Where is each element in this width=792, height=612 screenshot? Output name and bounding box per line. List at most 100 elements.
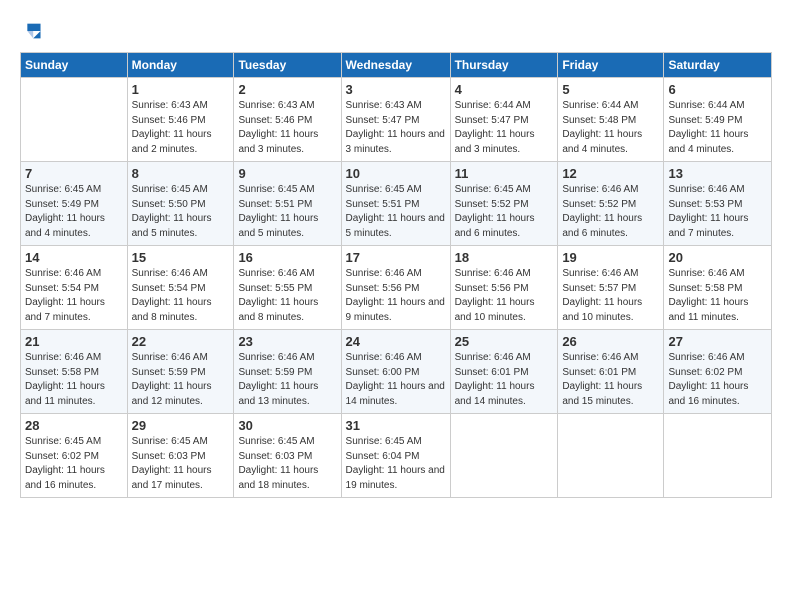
day-info: Sunrise: 6:45 AMSunset: 6:02 PMDaylight:… <box>25 435 123 493</box>
calendar-cell: 26 Sunrise: 6:46 AMSunset: 6:01 PMDayligh… <box>558 330 664 414</box>
weekday-header-row: SundayMondayTuesdayWednesdayThursdayFrid… <box>21 53 772 78</box>
day-info: Sunrise: 6:45 AMSunset: 5:52 PMDaylight:… <box>455 183 554 241</box>
day-number: 8 <box>132 166 230 181</box>
day-info: Sunrise: 6:43 AMSunset: 5:46 PMDaylight:… <box>238 99 336 157</box>
logo <box>20 20 44 42</box>
day-info: Sunrise: 6:44 AMSunset: 5:47 PMDaylight:… <box>455 99 554 157</box>
day-info: Sunrise: 6:46 AMSunset: 6:01 PMDaylight:… <box>455 351 554 409</box>
calendar-cell: 25 Sunrise: 6:46 AMSunset: 6:01 PMDayligh… <box>450 330 558 414</box>
day-info: Sunrise: 6:46 AMSunset: 5:58 PMDaylight:… <box>668 267 767 325</box>
calendar-cell: 4 Sunrise: 6:44 AMSunset: 5:47 PMDaylight… <box>450 78 558 162</box>
day-info: Sunrise: 6:46 AMSunset: 5:58 PMDaylight:… <box>25 351 123 409</box>
week-row-5: 28 Sunrise: 6:45 AMSunset: 6:02 PMDayligh… <box>21 414 772 498</box>
week-row-1: 1 Sunrise: 6:43 AMSunset: 5:46 PMDaylight… <box>21 78 772 162</box>
page: SundayMondayTuesdayWednesdayThursdayFrid… <box>0 0 792 612</box>
day-info: Sunrise: 6:45 AMSunset: 5:51 PMDaylight:… <box>346 183 446 241</box>
day-number: 18 <box>455 250 554 265</box>
day-number: 13 <box>668 166 767 181</box>
day-number: 7 <box>25 166 123 181</box>
calendar-cell: 11Sunrise: 6:45 AMSunset: 5:52 PMDayligh… <box>450 162 558 246</box>
day-number: 5 <box>562 82 659 97</box>
calendar-cell: 13 Sunrise: 6:46 AMSunset: 5:53 PMDayligh… <box>664 162 772 246</box>
day-info: Sunrise: 6:44 AMSunset: 5:49 PMDaylight:… <box>668 99 767 157</box>
week-row-2: 7 Sunrise: 6:45 AMSunset: 5:49 PMDaylight… <box>21 162 772 246</box>
weekday-header-friday: Friday <box>558 53 664 78</box>
weekday-header-sunday: Sunday <box>21 53 128 78</box>
day-number: 19 <box>562 250 659 265</box>
week-row-3: 14 Sunrise: 6:46 AMSunset: 5:54 PMDayligh… <box>21 246 772 330</box>
day-number: 6 <box>668 82 767 97</box>
calendar-cell: 14 Sunrise: 6:46 AMSunset: 5:54 PMDayligh… <box>21 246 128 330</box>
calendar-cell: 16Sunrise: 6:46 AMSunset: 5:55 PMDayligh… <box>234 246 341 330</box>
day-number: 27 <box>668 334 767 349</box>
day-number: 10 <box>346 166 446 181</box>
day-info: Sunrise: 6:45 AMSunset: 5:49 PMDaylight:… <box>25 183 123 241</box>
calendar-cell: 20 Sunrise: 6:46 AMSunset: 5:58 PMDayligh… <box>664 246 772 330</box>
weekday-header-wednesday: Wednesday <box>341 53 450 78</box>
day-info: Sunrise: 6:46 AMSunset: 5:55 PMDaylight:… <box>238 267 336 325</box>
calendar-cell: 2 Sunrise: 6:43 AMSunset: 5:46 PMDaylight… <box>234 78 341 162</box>
day-info: Sunrise: 6:46 AMSunset: 5:56 PMDaylight:… <box>455 267 554 325</box>
calendar-cell: 10 Sunrise: 6:45 AMSunset: 5:51 PMDayligh… <box>341 162 450 246</box>
calendar-cell: 17Sunrise: 6:46 AMSunset: 5:56 PMDayligh… <box>341 246 450 330</box>
calendar-cell: 28 Sunrise: 6:45 AMSunset: 6:02 PMDayligh… <box>21 414 128 498</box>
day-number: 31 <box>346 418 446 433</box>
day-info: Sunrise: 6:46 AMSunset: 5:52 PMDaylight:… <box>562 183 659 241</box>
day-info: Sunrise: 6:46 AMSunset: 5:59 PMDaylight:… <box>132 351 230 409</box>
day-info: Sunrise: 6:46 AMSunset: 5:59 PMDaylight:… <box>238 351 336 409</box>
day-info: Sunrise: 6:43 AMSunset: 5:46 PMDaylight:… <box>132 99 230 157</box>
day-number: 3 <box>346 82 446 97</box>
calendar-cell: 6 Sunrise: 6:44 AMSunset: 5:49 PMDaylight… <box>664 78 772 162</box>
day-number: 14 <box>25 250 123 265</box>
day-info: Sunrise: 6:45 AMSunset: 5:50 PMDaylight:… <box>132 183 230 241</box>
day-info: Sunrise: 6:46 AMSunset: 6:02 PMDaylight:… <box>668 351 767 409</box>
day-number: 21 <box>25 334 123 349</box>
weekday-header-thursday: Thursday <box>450 53 558 78</box>
day-number: 28 <box>25 418 123 433</box>
calendar-cell: 5 Sunrise: 6:44 AMSunset: 5:48 PMDaylight… <box>558 78 664 162</box>
calendar-cell: 30Sunrise: 6:45 AMSunset: 6:03 PMDayligh… <box>234 414 341 498</box>
calendar-cell: 1 Sunrise: 6:43 AMSunset: 5:46 PMDaylight… <box>127 78 234 162</box>
day-info: Sunrise: 6:43 AMSunset: 5:47 PMDaylight:… <box>346 99 446 157</box>
day-number: 22 <box>132 334 230 349</box>
day-info: Sunrise: 6:46 AMSunset: 5:54 PMDaylight:… <box>132 267 230 325</box>
day-info: Sunrise: 6:44 AMSunset: 5:48 PMDaylight:… <box>562 99 659 157</box>
day-number: 26 <box>562 334 659 349</box>
day-number: 24 <box>346 334 446 349</box>
day-number: 9 <box>238 166 336 181</box>
day-info: Sunrise: 6:46 AMSunset: 5:57 PMDaylight:… <box>562 267 659 325</box>
day-info: Sunrise: 6:46 AMSunset: 5:54 PMDaylight:… <box>25 267 123 325</box>
calendar-cell <box>558 414 664 498</box>
day-info: Sunrise: 6:45 AMSunset: 5:51 PMDaylight:… <box>238 183 336 241</box>
calendar-cell: 23 Sunrise: 6:46 AMSunset: 5:59 PMDayligh… <box>234 330 341 414</box>
day-number: 15 <box>132 250 230 265</box>
day-info: Sunrise: 6:46 AMSunset: 5:53 PMDaylight:… <box>668 183 767 241</box>
weekday-header-tuesday: Tuesday <box>234 53 341 78</box>
calendar-cell: 8 Sunrise: 6:45 AMSunset: 5:50 PMDaylight… <box>127 162 234 246</box>
day-number: 30 <box>238 418 336 433</box>
calendar-table: SundayMondayTuesdayWednesdayThursdayFrid… <box>20 52 772 498</box>
day-number: 23 <box>238 334 336 349</box>
calendar-cell: 12 Sunrise: 6:46 AMSunset: 5:52 PMDayligh… <box>558 162 664 246</box>
weekday-header-saturday: Saturday <box>664 53 772 78</box>
calendar-cell: 19 Sunrise: 6:46 AMSunset: 5:57 PMDayligh… <box>558 246 664 330</box>
day-number: 29 <box>132 418 230 433</box>
calendar-cell: 22 Sunrise: 6:46 AMSunset: 5:59 PMDayligh… <box>127 330 234 414</box>
day-info: Sunrise: 6:45 AMSunset: 6:03 PMDaylight:… <box>132 435 230 493</box>
calendar-cell: 9 Sunrise: 6:45 AMSunset: 5:51 PMDaylight… <box>234 162 341 246</box>
calendar-cell: 24Sunrise: 6:46 AMSunset: 6:00 PMDayligh… <box>341 330 450 414</box>
calendar-cell <box>21 78 128 162</box>
day-number: 17 <box>346 250 446 265</box>
day-number: 20 <box>668 250 767 265</box>
day-number: 25 <box>455 334 554 349</box>
calendar-cell <box>664 414 772 498</box>
day-number: 1 <box>132 82 230 97</box>
day-number: 12 <box>562 166 659 181</box>
day-number: 2 <box>238 82 336 97</box>
calendar-cell: 18 Sunrise: 6:46 AMSunset: 5:56 PMDayligh… <box>450 246 558 330</box>
day-info: Sunrise: 6:45 AMSunset: 6:04 PMDaylight:… <box>346 435 446 493</box>
day-info: Sunrise: 6:46 AMSunset: 6:01 PMDaylight:… <box>562 351 659 409</box>
week-row-4: 21 Sunrise: 6:46 AMSunset: 5:58 PMDayligh… <box>21 330 772 414</box>
day-number: 4 <box>455 82 554 97</box>
calendar-cell: 27 Sunrise: 6:46 AMSunset: 6:02 PMDayligh… <box>664 330 772 414</box>
